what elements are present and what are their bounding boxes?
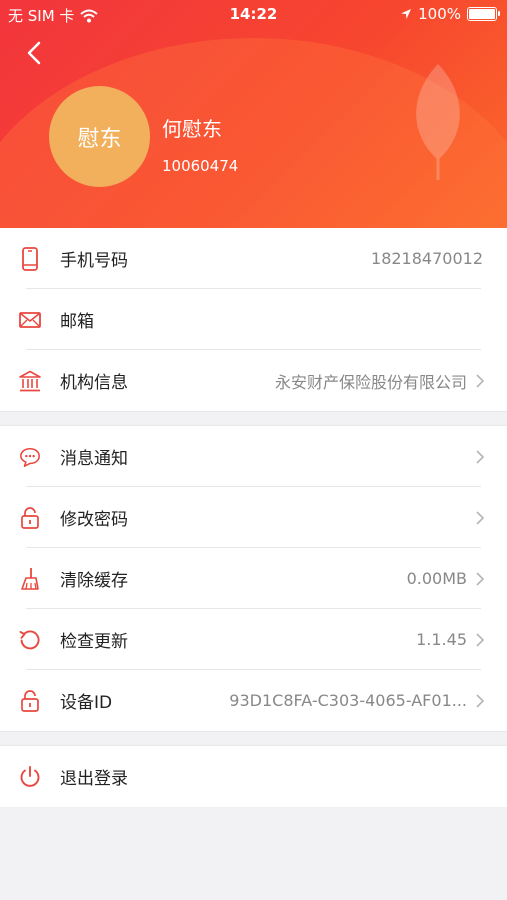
check-update-value-wrap: 1.1.45: [416, 609, 485, 670]
organization-label: 机构信息: [60, 373, 128, 393]
device-id-value: 93D1C8FA-C303-4065-AF01...: [229, 691, 467, 710]
notifications-label: 消息通知: [60, 449, 128, 469]
refresh-icon: [19, 629, 41, 651]
check-update-row[interactable]: 检查更新 1.1.45: [0, 609, 507, 670]
cache-size-value: 0.00MB: [406, 569, 467, 588]
account-info-group: 手机号码 18218470012 邮箱 机构信息 永安财产保险股份有限公司: [0, 228, 507, 411]
device-id-label: 设备ID: [60, 693, 113, 713]
chevron-right-icon: [476, 373, 485, 388]
broom-icon: [19, 567, 41, 590]
message-icon: [19, 446, 41, 468]
profile-page: 无 SIM 卡 14:22 100% 慰东 何慰东 10060474 手机号码 …: [0, 0, 507, 900]
status-bar: 无 SIM 卡 14:22 100%: [0, 0, 507, 28]
chevron-right-icon: [476, 693, 485, 708]
organization-row[interactable]: 机构信息 永安财产保险股份有限公司: [0, 350, 507, 411]
email-row[interactable]: 邮箱: [0, 289, 507, 350]
logout-label: 退出登录: [60, 769, 128, 789]
lock-icon: [19, 506, 41, 529]
phone-row: 手机号码 18218470012: [0, 228, 507, 289]
battery-percent: 100%: [418, 5, 461, 23]
check-update-label: 检查更新: [60, 632, 128, 652]
avatar[interactable]: 慰东: [49, 86, 150, 187]
clear-cache-value-wrap: 0.00MB: [407, 548, 485, 609]
clear-cache-label: 清除缓存: [60, 571, 128, 591]
email-label: 邮箱: [60, 312, 94, 332]
mail-icon: [19, 309, 41, 331]
chevron-right-icon: [476, 510, 485, 525]
change-password-label: 修改密码: [60, 510, 128, 530]
profile-header: 无 SIM 卡 14:22 100% 慰东 何慰东 10060474: [0, 0, 507, 228]
phone-label: 手机号码: [60, 251, 128, 271]
organization-value: 永安财产保险股份有限公司: [274, 372, 467, 392]
lock-icon: [19, 689, 41, 712]
phone-icon: [19, 246, 41, 271]
bank-icon: [19, 370, 41, 392]
chevron-right-icon: [476, 449, 485, 464]
device-id-row[interactable]: 设备ID 93D1C8FA-C303-4065-AF01...: [0, 670, 507, 731]
logout-row[interactable]: 退出登录: [0, 746, 507, 807]
avatar-text: 慰东: [77, 126, 122, 152]
version-value: 1.1.45: [416, 630, 467, 649]
organization-value-wrap: 永安财产保险股份有限公司: [275, 350, 485, 411]
section-gap: [0, 731, 507, 746]
notifications-row[interactable]: 消息通知: [0, 426, 507, 487]
section-gap: [0, 411, 507, 426]
device-id-value-wrap: 93D1C8FA-C303-4065-AF01...: [229, 670, 485, 731]
chevron-right-icon: [476, 632, 485, 647]
change-password-value-wrap: [467, 487, 485, 548]
power-icon: [19, 765, 41, 788]
location-arrow-icon: [401, 9, 412, 19]
phone-value: 18218470012: [371, 249, 483, 268]
back-arrow-icon[interactable]: [20, 38, 50, 68]
change-password-row[interactable]: 修改密码: [0, 487, 507, 548]
notifications-value-wrap: [467, 426, 485, 487]
leaf-decoration-icon: [416, 64, 460, 180]
settings-group: 消息通知 修改密码 清除缓存 0.00MB 检查更新 1.1.45 设备ID 9…: [0, 426, 507, 731]
battery-icon: [467, 7, 500, 21]
clear-cache-row[interactable]: 清除缓存 0.00MB: [0, 548, 507, 609]
user-id: 10060474: [162, 157, 239, 175]
user-name: 何慰东: [162, 117, 222, 141]
chevron-right-icon: [476, 571, 485, 586]
logout-group: 退出登录: [0, 746, 507, 807]
